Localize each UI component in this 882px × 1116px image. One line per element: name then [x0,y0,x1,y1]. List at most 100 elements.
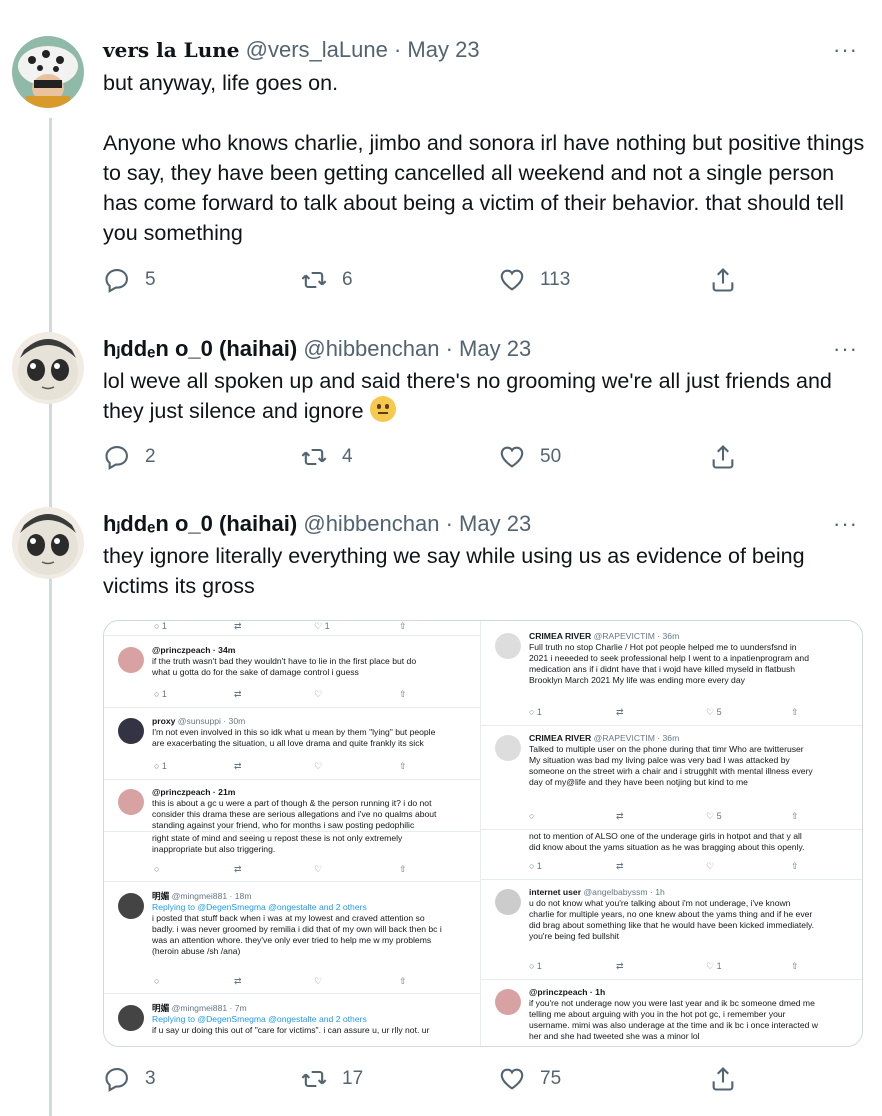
tweet-2[interactable]: hⱼddₑn o_0 (haihai) @hibbenchan · May 23… [0,310,882,485]
display-name[interactable]: hⱼddₑn o_0 (haihai) [103,336,297,361]
mini-reply-count: ○ 1 [529,861,542,871]
divider [481,829,862,830]
avatar[interactable] [12,36,84,108]
mini-text-line: not to mention of ALSO one of the undera… [529,831,802,841]
mini-retweet-count: ⇄ [234,976,242,986]
retweet-icon [301,448,327,466]
mini-tweet-header: 明媚 @mingmei881 · 18m [152,891,472,902]
divider [104,993,480,994]
mini-text-line: inappropriate but also triggering. [152,844,276,854]
mini-text-line: Full truth no stop Charlie / Hot pot peo… [529,642,797,652]
handle[interactable]: @hibbenchan [303,336,439,361]
mini-display-name: @princzpeach · 34m [152,645,236,655]
display-name[interactable]: vers la Lune [103,38,240,62]
retweet-count: 4 [342,446,353,467]
avatar[interactable] [12,332,84,404]
reply-count: 3 [145,1068,156,1089]
mini-text-line: if the truth wasn't bad they wouldn't ha… [152,656,417,666]
mini-handle: @sunsuppi · 30m [177,716,246,726]
tweet-text: but anyway, life goes on. Anyone who kno… [103,68,873,248]
like-count: 50 [540,446,562,467]
mini-text-line: username. mimi was also underage at the … [529,1020,818,1030]
handle[interactable]: @hibbenchan [303,511,439,536]
tweet-header: hⱼddₑn o_0 (haihai) @hibbenchan · May 23 [103,511,531,537]
mini-handle: @RAPEVICTIM · 36m [593,631,680,641]
mini-text-line: consider this drama these are serious al… [152,809,437,819]
display-name[interactable]: hⱼddₑn o_0 (haihai) [103,511,297,536]
dot-separator: · [445,511,453,536]
reply-icon [105,1068,128,1092]
dot-separator: · [445,336,453,361]
mini-text-line: this is about a gc u were a part of thou… [152,798,432,808]
mini-reply-count: ○ [529,811,535,821]
mini-text-line: if you're not underage now you were last… [529,998,815,1008]
reply-icon [105,269,128,293]
tweet-date[interactable]: May 23 [407,37,479,62]
divider [104,635,480,636]
mini-text-line: standing against your friend, who for mo… [152,820,415,830]
mini-reply-count: ○ 1 [154,689,167,699]
mini-tweet-text: CRIMEA RIVER @RAPEVICTIM · 36m Talked to … [529,733,849,788]
share-icon [712,445,734,469]
mini-avatar [118,647,144,673]
like-button[interactable]: 75 [498,1065,561,1093]
handle[interactable]: @vers_laLune [246,37,388,62]
retweet-button[interactable]: 17 [300,1065,363,1093]
divider [481,725,862,726]
reply-count: 5 [145,269,156,290]
mini-like-count: ♡ 1 [314,621,330,631]
divider [104,881,480,882]
mini-tweet-text: not to mention of ALSO one of the undera… [529,831,849,853]
mini-tweet-header: 明媚 @mingmei881 · 7m [152,1003,472,1014]
mini-display-name: @princzpeach · 1h [529,987,606,997]
mini-text-line: her and she had tweeted she was a minor … [529,1031,700,1041]
attached-screenshot-image[interactable]: ○ 1 ⇄ ♡ 1 ⇧ @princzpeach · 34m if the truth… [103,620,863,1047]
mini-share-icon: ⇧ [791,861,799,871]
share-button[interactable] [709,443,737,471]
retweet-count: 6 [342,269,353,290]
mini-share-icon: ⇧ [791,811,799,821]
like-button[interactable]: 50 [498,443,561,471]
mini-reply-count: ○ 1 [529,707,542,717]
more-options-icon[interactable]: ··· [833,37,858,63]
mini-share-icon: ⇧ [399,621,407,631]
reply-button[interactable]: 5 [103,266,156,294]
mini-reply-count: ○ 1 [154,761,167,771]
more-options-icon[interactable]: ··· [833,336,858,362]
retweet-button[interactable]: 4 [300,443,353,471]
mini-avatar [495,735,521,761]
mini-text-line: (heroin abuse /sh /ana) [152,946,241,956]
retweet-button[interactable]: 6 [300,266,353,294]
mini-text-line: what u gotta do for the sake of damage c… [152,667,359,677]
more-options-icon[interactable]: ··· [833,511,858,537]
like-button[interactable]: 113 [498,266,570,294]
retweet-icon [301,1070,327,1088]
neutral-face-emoji-icon [369,396,396,422]
mini-reply-count: ○ [154,864,160,874]
mini-like-count: ♡ [314,761,323,771]
tweet-date[interactable]: May 23 [459,336,531,361]
heart-icon [500,1068,524,1090]
share-button[interactable] [709,266,737,294]
mini-like-count: ♡ [314,976,323,986]
avatar[interactable] [12,507,84,579]
mini-text-line: I'm not even involved in this so idk wha… [152,727,436,737]
retweet-count: 17 [342,1068,364,1089]
mini-tweet-header: CRIMEA RIVER @RAPEVICTIM · 36m [529,631,849,642]
reply-button[interactable]: 3 [103,1065,156,1093]
share-button[interactable] [709,1065,737,1093]
mini-share-icon: ⇧ [399,976,407,986]
mini-tweet-header: internet user @angelbabyssm · 1h [529,887,849,898]
mini-text-line: you're being fed bullshit [529,931,620,941]
tweet-text: lol weve all spoken up and said there's … [103,366,873,426]
tweet-actions: 5 6 113 [103,266,753,298]
mini-tweet-header: proxy @sunsuppi · 30m [152,716,472,727]
tweet-1[interactable]: vers la Lune @vers_laLune · May 23 ··· b… [0,0,882,310]
mini-retweet-count: ⇄ [616,961,624,971]
mini-retweet-count: ⇄ [616,707,624,717]
mini-handle: @mingmei881 · 18m [171,891,252,901]
tweet-paragraph: lol weve all spoken up and said there's … [103,369,832,423]
reply-button[interactable]: 2 [103,443,156,471]
mini-text-line: was an attention whore. they've only eve… [152,935,432,945]
tweet-date[interactable]: May 23 [459,511,531,536]
